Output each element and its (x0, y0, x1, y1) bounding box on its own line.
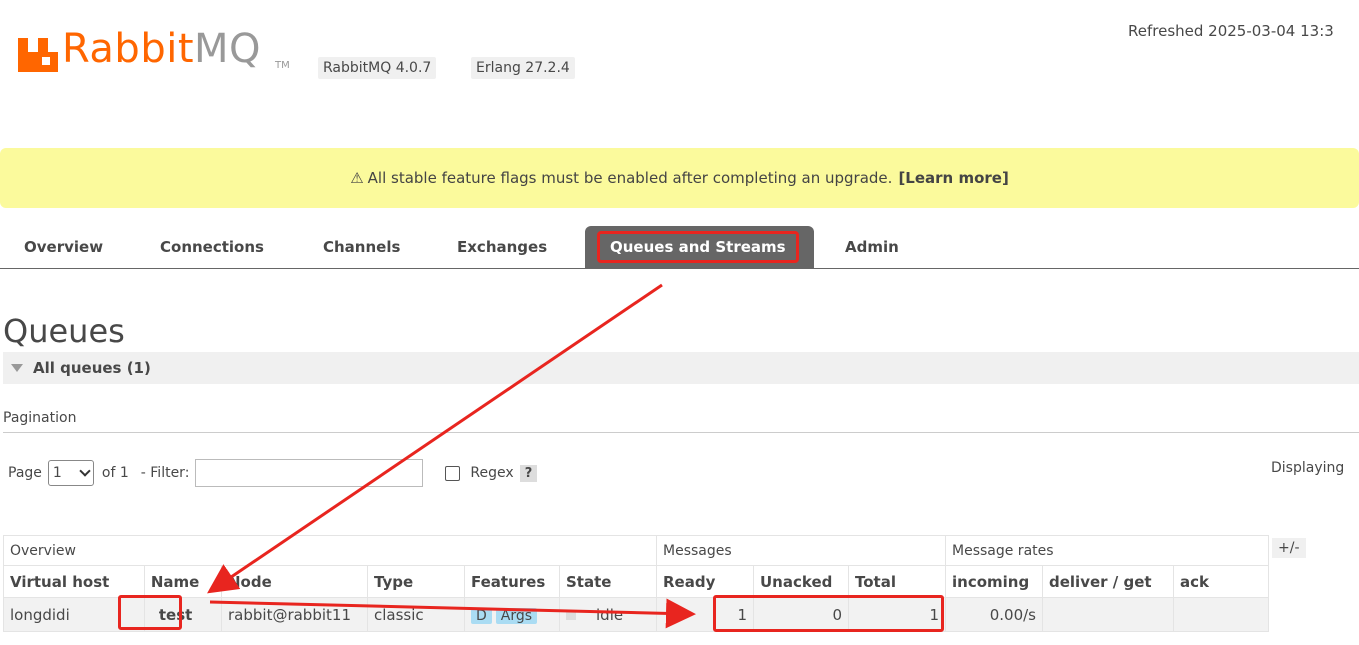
col-ack[interactable]: ack (1173, 565, 1269, 598)
col-total[interactable]: Total (848, 565, 946, 598)
warning-icon: ⚠ (350, 169, 364, 187)
table-row[interactable]: longdidi test rabbit@rabbit11 classic DA… (3, 597, 1269, 632)
col-ready[interactable]: Ready (656, 565, 754, 598)
col-node[interactable]: Node (221, 565, 368, 598)
tab-exchanges[interactable]: Exchanges (457, 226, 547, 268)
feature-args-badge[interactable]: Args (495, 607, 538, 624)
page-count: of 1 (101, 465, 129, 481)
columns-toggle-button[interactable]: +/- (1272, 538, 1306, 558)
chevron-down-icon (79, 465, 91, 477)
collapse-triangle-icon (11, 364, 23, 372)
col-incoming[interactable]: incoming (945, 565, 1043, 598)
group-overview: Overview (3, 535, 657, 566)
cell-features: D Args (464, 597, 560, 632)
logo-wordmark: RabbitMQ (62, 26, 262, 72)
cell-deliver-get (1042, 597, 1174, 632)
refreshed-timestamp[interactable]: Refreshed 2025-03-04 13:3 (1128, 22, 1334, 40)
pagination-heading[interactable]: Pagination (3, 410, 76, 426)
learn-more-link[interactable]: [Learn more] (898, 169, 1008, 187)
col-deliver-get[interactable]: deliver / get (1042, 565, 1174, 598)
cell-state: idle (559, 597, 657, 632)
cell-node: rabbit@rabbit11 (221, 597, 368, 632)
all-queues-label: All queues (1) (33, 359, 151, 377)
group-message-rates: Message rates (945, 535, 1269, 566)
col-state[interactable]: State (559, 565, 657, 598)
queues-table: Overview Messages Message rates Virtual … (3, 535, 1269, 632)
banner-message: All stable feature flags must be enabled… (367, 169, 893, 187)
all-queues-section-toggle[interactable]: All queues (1) (3, 352, 1359, 384)
feature-durable-badge[interactable]: D (471, 607, 492, 624)
pagination-divider (3, 432, 1359, 433)
regex-help-button[interactable]: ? (519, 464, 538, 482)
annotation-box-name (118, 595, 182, 630)
tab-queues-and-streams-label: Queues and Streams (597, 231, 799, 263)
col-type[interactable]: Type (367, 565, 465, 598)
col-name[interactable]: Name (143, 565, 223, 598)
page-label: Page (8, 465, 42, 481)
page-select[interactable]: 1 (47, 460, 94, 486)
rabbitmq-version: RabbitMQ 4.0.7 (318, 57, 437, 79)
rabbitmq-logo-icon (18, 38, 58, 72)
main-nav-tabs: Overview Connections Channels Exchanges … (0, 226, 1359, 269)
cell-type: classic (367, 597, 465, 632)
tab-admin[interactable]: Admin (845, 226, 899, 268)
filter-input[interactable] (195, 459, 424, 487)
state-indicator-icon (566, 610, 576, 620)
annotation-box-messages (713, 595, 944, 632)
erlang-version: Erlang 27.2.4 (471, 57, 575, 79)
pagination-controls: Page 1 of 1 - Filter: Regex ? (8, 458, 538, 488)
col-features[interactable]: Features (464, 565, 560, 598)
tab-channels[interactable]: Channels (323, 226, 400, 268)
page-title: Queues (3, 312, 125, 350)
cell-ack (1173, 597, 1269, 632)
displaying-label: Displaying (1271, 460, 1345, 476)
cell-incoming: 0.00/s (945, 597, 1043, 632)
regex-label: Regex (470, 465, 514, 481)
regex-checkbox[interactable] (445, 465, 461, 481)
filter-label: - Filter: (140, 465, 190, 481)
group-messages: Messages (656, 535, 946, 566)
feature-flags-banner: ⚠ All stable feature flags must be enabl… (0, 148, 1359, 208)
tab-connections[interactable]: Connections (160, 226, 264, 268)
tab-queues-and-streams[interactable]: Queues and Streams (585, 226, 814, 268)
tab-overview[interactable]: Overview (24, 226, 103, 268)
col-virtual-host[interactable]: Virtual host (3, 565, 145, 598)
col-unacked[interactable]: Unacked (753, 565, 849, 598)
logo-trademark: TM (275, 60, 290, 71)
